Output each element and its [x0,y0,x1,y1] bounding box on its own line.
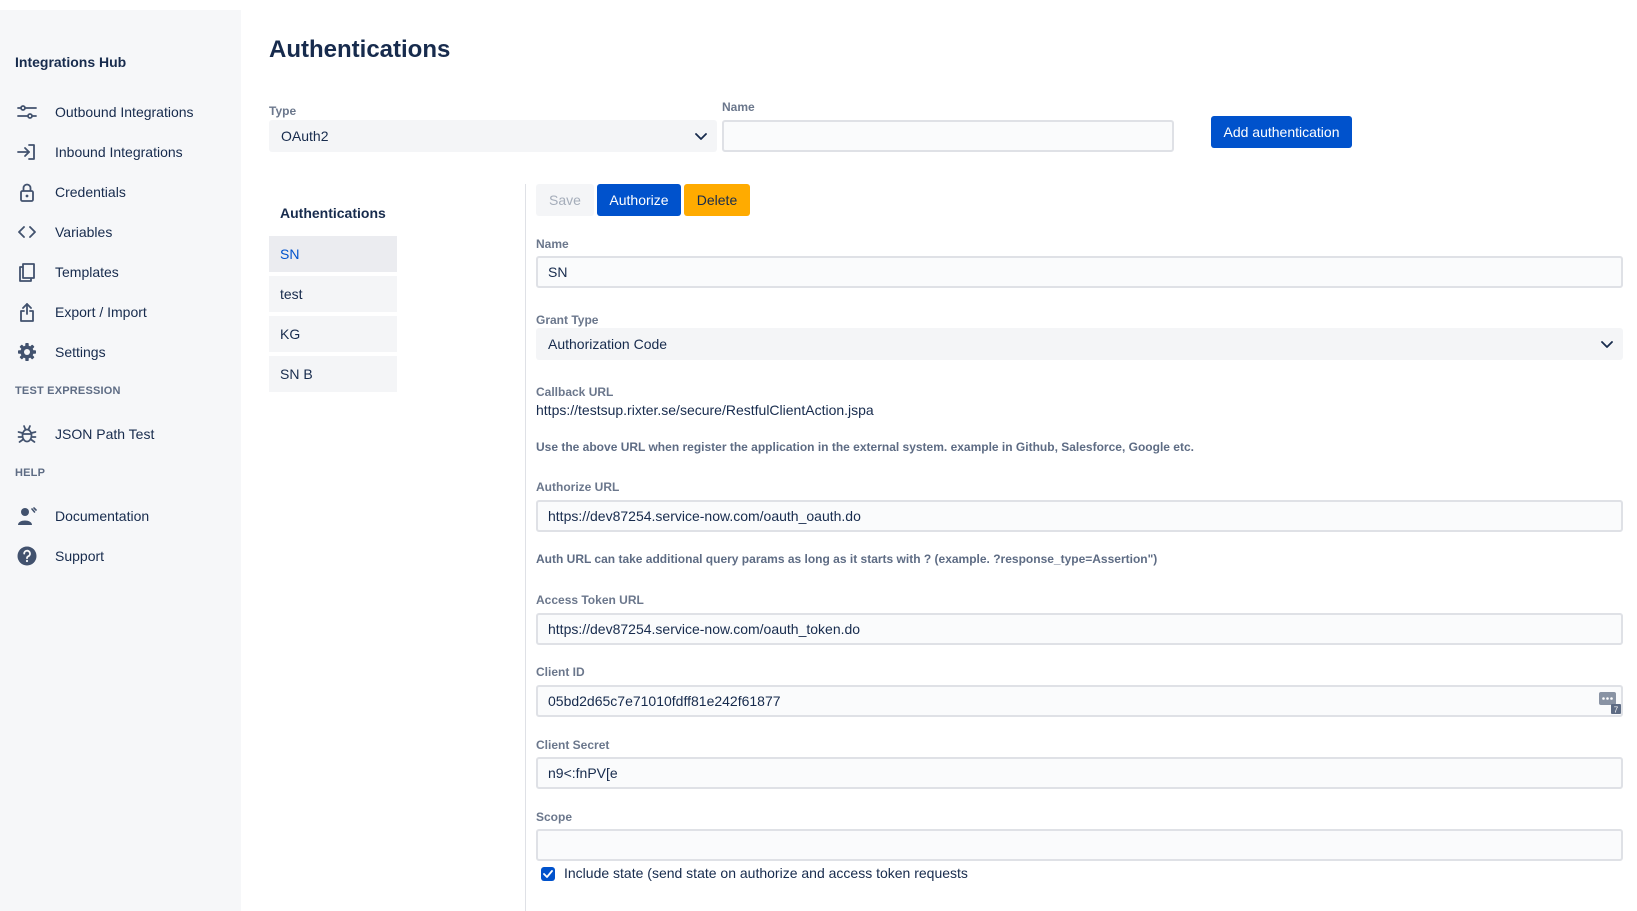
auth-list-item[interactable]: SN [269,236,397,274]
sidebar-item-label: Outbound Integrations [55,104,194,120]
include-state-checkbox[interactable] [541,867,555,881]
add-authentication-button[interactable]: Add authentication [1211,116,1352,148]
person-icon [16,505,38,527]
sidebar-item-label: Credentials [55,184,126,200]
help-heading: HELP [15,467,46,479]
page-title: Authentications [269,36,451,63]
sidebar-item-documentation[interactable]: Documentation [0,498,241,534]
gear-icon [16,341,38,363]
save-button[interactable]: Save [536,184,594,216]
sign-in-icon [16,141,38,163]
access-token-url-input[interactable] [536,613,1623,645]
password-manager-icon[interactable]: 7 [1599,692,1621,719]
sidebar-item-label: Documentation [55,508,150,524]
detail-name-label: Name [536,237,569,251]
scope-input[interactable] [536,829,1623,861]
sidebar-item-export-import[interactable]: Export / Import [0,294,241,330]
sidebar-item-support[interactable]: Support [0,538,241,574]
lock-icon [16,181,38,203]
authorize-url-label: Authorize URL [536,480,620,494]
auth-list-title: Authentications [280,205,386,221]
sidebar-item-label: Export / Import [55,304,147,320]
sidebar: Integrations Hub Outbound Integrations I… [0,10,241,911]
delete-button[interactable]: Delete [684,184,750,216]
grant-type-select[interactable]: Authorization Code [536,328,1623,360]
client-secret-label: Client Secret [536,738,610,752]
bug-icon [16,423,38,445]
callback-url-value: https://testsup.rixter.se/secure/Restful… [536,402,874,418]
sidebar-item-credentials[interactable]: Credentials [0,174,241,210]
authorize-button[interactable]: Authorize [597,184,681,216]
app-title: Integrations Hub [15,54,127,70]
authorize-url-input[interactable] [536,500,1623,532]
chevron-down-icon [695,128,707,144]
sidebar-item-outbound-integrations[interactable]: Outbound Integrations [0,94,241,130]
detail-name-input[interactable] [536,256,1623,288]
sidebar-item-label: Templates [55,264,119,280]
sidebar-item-label: JSON Path Test [55,426,155,442]
name-label: Name [722,100,755,114]
type-label: Type [269,104,297,118]
access-token-url-label: Access Token URL [536,593,644,607]
grant-type-label: Grant Type [536,313,599,327]
question-icon [16,545,38,567]
sidebar-item-label: Support [55,548,105,564]
svg-text:7: 7 [1614,706,1619,715]
export-icon [16,301,38,323]
sidebar-item-label: Settings [55,344,106,360]
sidebar-item-inbound-integrations[interactable]: Inbound Integrations [0,134,241,170]
sidebar-item-variables[interactable]: Variables [0,214,241,250]
callback-url-label: Callback URL [536,385,614,399]
sidebar-item-json-path-test[interactable]: JSON Path Test [0,416,241,452]
divider [525,184,526,911]
callback-url-help: Use the above URL when register the appl… [536,440,1194,454]
client-id-field: 7 [536,685,1623,717]
chevron-down-icon [1601,336,1613,352]
include-state-label: Include state (send state on authorize a… [564,865,968,881]
sidebar-item-templates[interactable]: Templates [0,254,241,290]
scope-label: Scope [536,810,573,824]
sliders-icon [16,101,38,123]
type-select[interactable]: OAuth2 [269,120,717,152]
auth-list-item[interactable]: KG [269,316,397,354]
sidebar-item-label: Variables [55,224,113,240]
client-id-input[interactable] [536,685,1623,717]
auth-list-item[interactable]: SN B [269,356,397,394]
test-expression-heading: TEST EXPRESSION [15,385,121,397]
client-secret-input[interactable] [536,757,1623,789]
type-select-value: OAuth2 [281,128,329,144]
copy-icon [16,261,38,283]
grant-type-value: Authorization Code [548,336,668,352]
code-icon [16,221,38,243]
checkmark-icon [543,870,553,878]
client-id-label: Client ID [536,665,585,679]
authorize-url-help: Auth URL can take additional query param… [536,552,1158,566]
sidebar-item-label: Inbound Integrations [55,144,183,160]
sidebar-item-settings[interactable]: Settings [0,334,241,370]
auth-list-item[interactable]: test [269,276,397,314]
name-input[interactable] [722,120,1174,152]
